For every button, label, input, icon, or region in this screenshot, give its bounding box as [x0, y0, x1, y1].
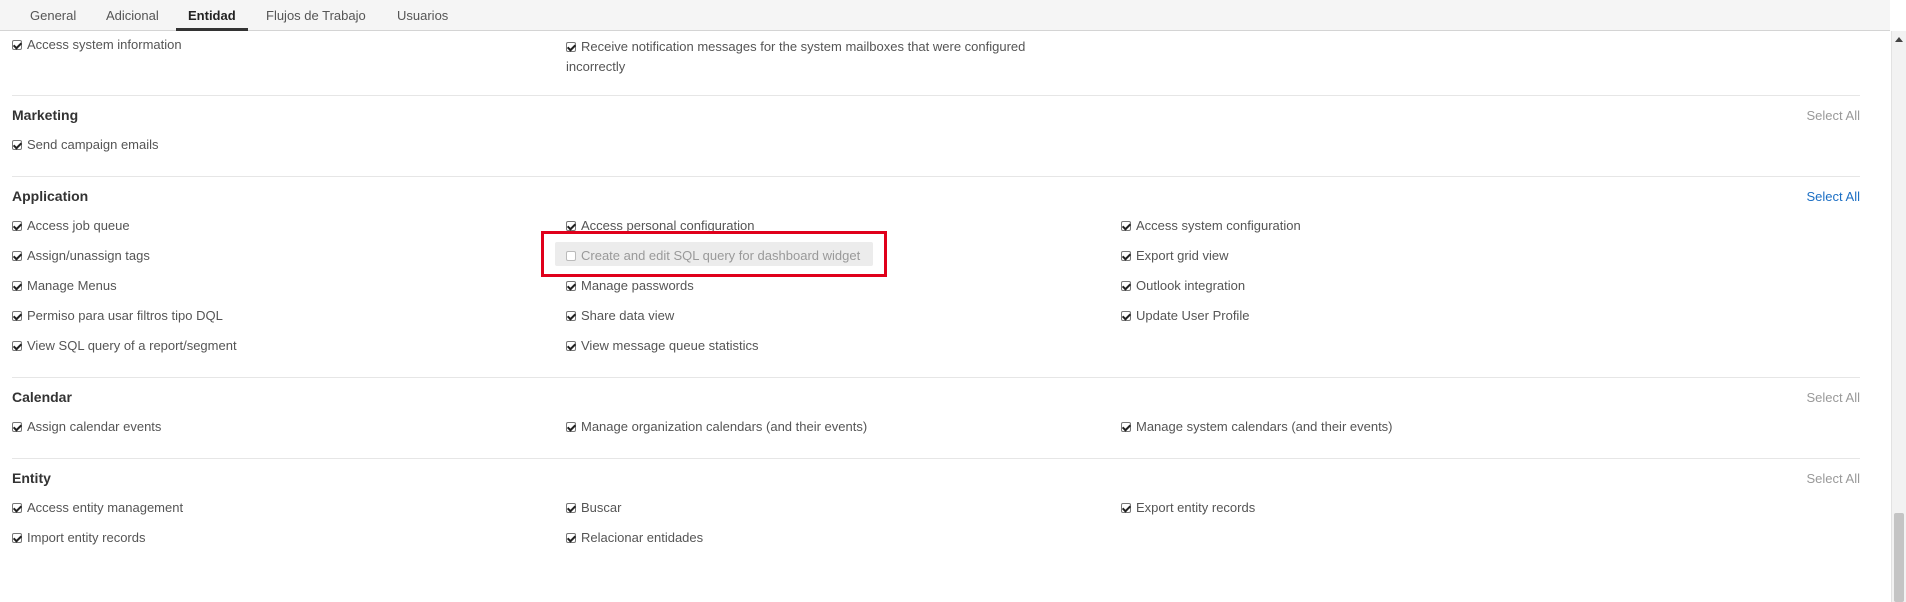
section-divider	[12, 377, 1860, 378]
checkbox-icon[interactable]	[566, 422, 576, 432]
perm-outlook-integration[interactable]: Outlook integration	[1121, 278, 1245, 293]
perm-label: Access entity management	[27, 500, 184, 515]
perm-view-message-queue-statistics[interactable]: View message queue statistics	[566, 338, 759, 353]
section-title-marketing: Marketing	[12, 107, 79, 123]
checkbox-icon[interactable]	[12, 281, 22, 291]
perm-view-sql-query-report-segment[interactable]: View SQL query of a report/segment	[12, 338, 237, 353]
perm-label: Receive notification messages for the sy…	[566, 39, 1026, 74]
section-title-calendar: Calendar	[12, 389, 72, 405]
checkbox-icon[interactable]	[1121, 422, 1131, 432]
perm-label: Outlook integration	[1136, 278, 1246, 293]
scrollbar-thumb[interactable]	[1894, 513, 1904, 602]
section-title-entity: Entity	[12, 470, 51, 486]
checkbox-icon[interactable]	[12, 341, 22, 351]
select-all-entity[interactable]: Select All	[1807, 471, 1860, 486]
tab-adicional[interactable]: Adicional	[94, 0, 171, 31]
perm-label: Manage Menus	[27, 278, 117, 293]
perm-label: Access system configuration	[1136, 218, 1301, 233]
perm-label: Export entity records	[1136, 500, 1256, 515]
perm-label: Manage organization calendars (and their…	[581, 419, 868, 434]
checkbox-icon[interactable]	[12, 140, 22, 150]
perm-access-system-information[interactable]: Access system information	[12, 37, 182, 52]
checkbox-icon[interactable]	[566, 42, 576, 52]
perm-label: Update User Profile	[1136, 308, 1250, 323]
section-divider	[12, 95, 1860, 96]
scroll-up-arrow-icon[interactable]	[1895, 37, 1903, 42]
section-divider	[12, 458, 1860, 459]
perm-manage-system-calendars[interactable]: Manage system calendars (and their event…	[1121, 419, 1393, 434]
select-all-calendar[interactable]: Select All	[1807, 390, 1860, 405]
permissions-panel: Access system information Receive notifi…	[0, 31, 1860, 602]
tab-flujos-de-trabajo[interactable]: Flujos de Trabajo	[254, 0, 378, 31]
vertical-scrollbar[interactable]	[1891, 31, 1906, 602]
perm-assign-unassign-tags[interactable]: Assign/unassign tags	[12, 248, 150, 263]
checkbox-icon[interactable]	[12, 251, 22, 261]
checkbox-icon[interactable]	[566, 533, 576, 543]
perm-relacionar-entidades[interactable]: Relacionar entidades	[566, 530, 703, 545]
perm-manage-menus[interactable]: Manage Menus	[12, 278, 117, 293]
perm-assign-calendar-events[interactable]: Assign calendar events	[12, 419, 161, 434]
checkbox-icon[interactable]	[1121, 251, 1131, 261]
perm-permiso-filtros-dql[interactable]: Permiso para usar filtros tipo DQL	[12, 308, 223, 323]
perm-export-grid-view[interactable]: Export grid view	[1121, 248, 1228, 263]
select-all-application[interactable]: Select All	[1807, 189, 1860, 204]
tab-entidad[interactable]: Entidad	[176, 0, 248, 31]
checkbox-icon[interactable]	[566, 341, 576, 351]
perm-label: View SQL query of a report/segment	[27, 338, 237, 353]
section-divider	[12, 176, 1860, 177]
checkbox-icon[interactable]	[12, 221, 22, 231]
perm-access-entity-management[interactable]: Access entity management	[12, 500, 183, 515]
perm-buscar[interactable]: Buscar	[566, 500, 621, 515]
perm-access-job-queue[interactable]: Access job queue	[12, 218, 130, 233]
checkbox-icon[interactable]	[1121, 221, 1131, 231]
perm-receive-notification-messages[interactable]: Receive notification messages for the sy…	[566, 27, 1026, 77]
tab-general[interactable]: General	[18, 0, 88, 31]
checkbox-icon[interactable]	[12, 533, 22, 543]
perm-label: Send campaign emails	[27, 137, 159, 152]
perm-label: Manage system calendars (and their event…	[1136, 419, 1393, 434]
perm-manage-organization-calendars[interactable]: Manage organization calendars (and their…	[566, 419, 867, 434]
perm-send-campaign-emails[interactable]: Send campaign emails	[12, 137, 159, 152]
checkbox-icon[interactable]	[12, 422, 22, 432]
select-all-marketing[interactable]: Select All	[1807, 108, 1860, 123]
checkbox-icon[interactable]	[1121, 503, 1131, 513]
checkbox-icon[interactable]	[566, 221, 576, 231]
perm-label: Assign calendar events	[27, 419, 162, 434]
perm-access-system-configuration[interactable]: Access system configuration	[1121, 218, 1301, 233]
section-title-application: Application	[12, 188, 89, 204]
perm-import-entity-records[interactable]: Import entity records	[12, 530, 146, 545]
perm-manage-passwords[interactable]: Manage passwords	[566, 278, 694, 293]
perm-label: Assign/unassign tags	[27, 248, 150, 263]
checkbox-icon[interactable]	[566, 503, 576, 513]
highlight-annotation-box	[541, 231, 887, 277]
perm-label: Buscar	[581, 500, 622, 515]
perm-export-entity-records[interactable]: Export entity records	[1121, 500, 1255, 515]
perm-label: Access system information	[27, 37, 182, 52]
checkbox-icon[interactable]	[566, 281, 576, 291]
checkbox-icon[interactable]	[12, 503, 22, 513]
checkbox-icon[interactable]	[12, 311, 22, 321]
perm-label: Relacionar entidades	[581, 530, 704, 545]
perm-label: Export grid view	[1136, 248, 1229, 263]
perm-label: Import entity records	[27, 530, 146, 545]
tab-usuarios[interactable]: Usuarios	[385, 0, 460, 31]
checkbox-icon[interactable]	[1121, 281, 1131, 291]
perm-label: Access job queue	[27, 218, 130, 233]
checkbox-icon[interactable]	[566, 311, 576, 321]
perm-label: View message queue statistics	[581, 338, 759, 353]
checkbox-icon[interactable]	[12, 40, 22, 50]
checkbox-icon[interactable]	[1121, 311, 1131, 321]
perm-label: Share data view	[581, 308, 675, 323]
perm-label: Manage passwords	[581, 278, 694, 293]
perm-update-user-profile[interactable]: Update User Profile	[1121, 308, 1249, 323]
perm-label: Permiso para usar filtros tipo DQL	[27, 308, 223, 323]
perm-share-data-view[interactable]: Share data view	[566, 308, 674, 323]
